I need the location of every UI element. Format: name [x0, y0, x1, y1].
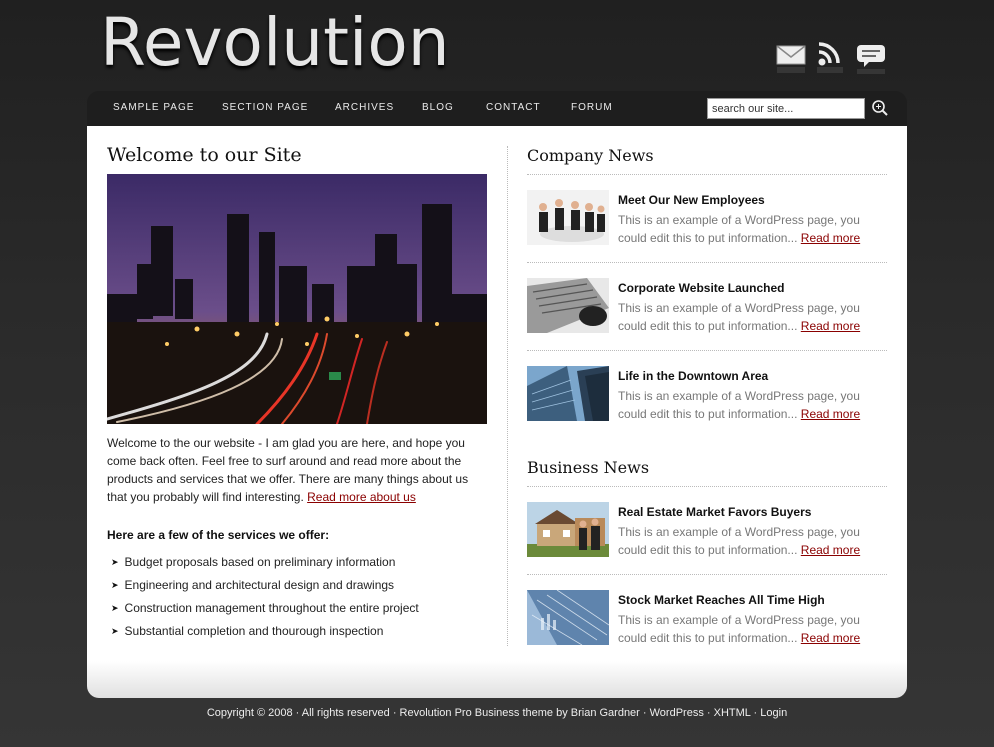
arrow-bullet-icon: ➤ — [111, 580, 119, 590]
list-item: ➤ Engineering and architectural design an… — [111, 578, 419, 601]
news-title-link[interactable]: Real Estate Market Favors Buyers — [618, 505, 811, 519]
services-list: ➤ Budget proposals based on preliminary i… — [111, 555, 419, 647]
content-area: Welcome to our Site Welcome to the our w… — [87, 126, 907, 698]
footer-separator: · — [703, 707, 714, 719]
nav-section-page[interactable]: SECTION PAGE — [222, 102, 308, 113]
news-title-link[interactable]: Corporate Website Launched — [618, 281, 784, 295]
footer-link-wordpress[interactable]: WordPress — [650, 707, 704, 719]
footer-link-login[interactable]: Login — [760, 707, 787, 719]
news-excerpt: This is an example of a WordPress page, … — [618, 387, 883, 423]
page-title: Welcome to our Site — [107, 144, 302, 166]
employees-thumbnail[interactable] — [527, 190, 609, 245]
nav-blog[interactable]: BLOG — [422, 102, 454, 113]
divider — [527, 350, 887, 351]
real-estate-thumbnail[interactable] — [527, 502, 609, 557]
nav-archives[interactable]: ARCHIVES — [335, 102, 394, 113]
divider — [527, 174, 887, 175]
search-icon[interactable] — [871, 99, 889, 117]
chat-icon[interactable] — [856, 42, 886, 76]
news-title-link[interactable]: Life in the Downtown Area — [618, 369, 768, 383]
service-text: Engineering and architectural design and… — [124, 578, 395, 592]
list-item: ➤ Budget proposals based on preliminary i… — [111, 555, 419, 578]
footer-link-xhtml[interactable]: XHTML — [714, 707, 751, 719]
divider — [527, 486, 887, 487]
footer: Copyright © 2008 · All rights reserved ·… — [0, 707, 994, 719]
arrow-bullet-icon: ➤ — [111, 603, 119, 613]
arrow-bullet-icon: ➤ — [111, 557, 119, 567]
column-divider — [507, 146, 508, 646]
read-more-link[interactable]: Read more — [801, 543, 860, 557]
news-item: Corporate Website Launched This is an ex… — [527, 278, 887, 338]
news-excerpt: This is an example of a WordPress page, … — [618, 211, 883, 247]
read-more-about-us-link[interactable]: Read more about us — [307, 490, 416, 504]
list-item: ➤ Construction management throughout the … — [111, 601, 419, 624]
news-excerpt: This is an example of a WordPress page, … — [618, 611, 883, 647]
services-heading: Here are a few of the services we offer: — [107, 528, 330, 542]
copyright-text: Copyright © 2008 · All rights reserved ·… — [206, 707, 650, 719]
read-more-link[interactable]: Read more — [801, 407, 860, 421]
read-more-link[interactable]: Read more — [801, 319, 860, 333]
nav-forum[interactable]: FORUM — [571, 102, 613, 113]
stock-market-thumbnail[interactable] — [527, 590, 609, 645]
news-title-link[interactable]: Stock Market Reaches All Time High — [618, 593, 825, 607]
main-nav: SAMPLE PAGE SECTION PAGE ARCHIVES BLOG C… — [87, 91, 907, 126]
company-news-title: Company News — [527, 146, 654, 165]
site-logo[interactable]: Revolution — [100, 4, 450, 81]
laptop-thumbnail[interactable] — [527, 278, 609, 333]
service-text: Construction management throughout the e… — [124, 601, 419, 615]
service-text: Budget proposals based on preliminary in… — [124, 555, 396, 569]
arrow-bullet-icon: ➤ — [111, 626, 119, 636]
news-item: Real Estate Market Favors Buyers This is… — [527, 502, 887, 562]
skyscraper-thumbnail[interactable] — [527, 366, 609, 421]
intro-paragraph: Welcome to the our website - I am glad y… — [107, 434, 487, 506]
city-night-image — [107, 174, 487, 424]
nav-sample-page[interactable]: SAMPLE PAGE — [113, 102, 194, 113]
news-item: Meet Our New Employees This is an exampl… — [527, 190, 887, 250]
header-icons — [776, 42, 886, 76]
footer-separator: · — [750, 707, 761, 719]
divider — [527, 262, 887, 263]
nav-contact[interactable]: CONTACT — [486, 102, 541, 113]
news-title-link[interactable]: Meet Our New Employees — [618, 193, 765, 207]
search-input[interactable] — [707, 98, 865, 119]
divider — [527, 574, 887, 575]
read-more-link[interactable]: Read more — [801, 631, 860, 645]
news-excerpt: This is an example of a WordPress page, … — [618, 523, 883, 559]
news-item: Life in the Downtown Area This is an exa… — [527, 366, 887, 426]
business-news-title: Business News — [527, 458, 650, 477]
read-more-link[interactable]: Read more — [801, 231, 860, 245]
mail-icon[interactable] — [776, 42, 806, 76]
news-excerpt: This is an example of a WordPress page, … — [618, 299, 883, 335]
rss-icon[interactable] — [816, 42, 846, 76]
service-text: Substantial completion and thourough ins… — [124, 624, 384, 638]
list-item: ➤ Substantial completion and thourough in… — [111, 624, 419, 647]
news-item: Stock Market Reaches All Time High This … — [527, 590, 887, 650]
